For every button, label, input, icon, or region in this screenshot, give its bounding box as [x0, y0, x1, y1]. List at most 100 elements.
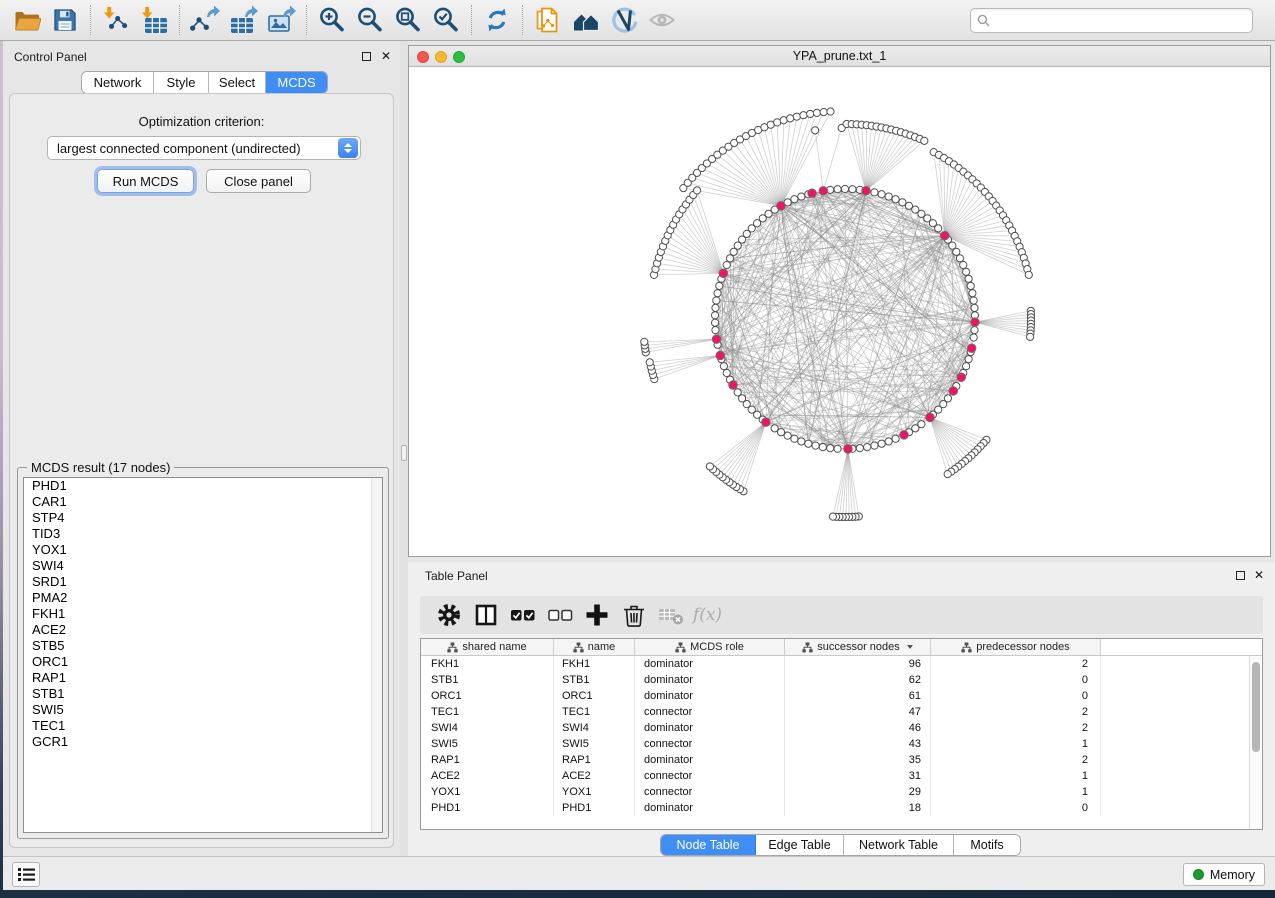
- table-cell[interactable]: ORC1: [421, 688, 554, 704]
- deselect-all-icon[interactable]: [541, 600, 578, 630]
- tab-mcds[interactable]: MCDS: [266, 72, 327, 93]
- mcds-result-item[interactable]: TEC1: [24, 718, 382, 734]
- table-cell[interactable]: SWI5: [554, 736, 635, 752]
- column-header-MCDS-role[interactable]: MCDS role: [635, 639, 785, 655]
- table-scrollbar[interactable]: [1249, 656, 1262, 829]
- table-panel-float-icon[interactable]: [1236, 571, 1245, 580]
- network-leaf-node[interactable]: [693, 187, 700, 194]
- network-node[interactable]: [791, 196, 798, 203]
- network-leaf-node[interactable]: [921, 137, 928, 144]
- network-node[interactable]: [878, 191, 885, 198]
- network-leaf-node[interactable]: [800, 112, 807, 119]
- tab-node-table[interactable]: Node Table: [661, 835, 756, 855]
- network-hub-node[interactable]: [719, 269, 728, 278]
- zoom-fit-icon[interactable]: [389, 3, 427, 37]
- table-row[interactable]: ACE2ACE2connector311: [421, 768, 1249, 784]
- tab-style[interactable]: Style: [154, 72, 209, 93]
- network-node[interactable]: [841, 185, 848, 192]
- network-node[interactable]: [791, 435, 798, 442]
- table-cell[interactable]: PHD1: [554, 800, 635, 816]
- tab-network[interactable]: Network: [82, 72, 154, 93]
- network-node[interactable]: [892, 435, 899, 442]
- network-hub-node[interactable]: [819, 187, 828, 196]
- network-hub-node[interactable]: [729, 381, 738, 390]
- column-header-predecessor-nodes[interactable]: predecessor nodes: [931, 639, 1101, 655]
- table-cell[interactable]: ACE2: [421, 768, 554, 784]
- network-node[interactable]: [827, 445, 834, 452]
- network-node[interactable]: [935, 225, 942, 232]
- network-node[interactable]: [960, 261, 967, 268]
- splitter-grip[interactable]: [401, 445, 407, 461]
- network-node[interactable]: [798, 438, 805, 445]
- table-cell[interactable]: dominator: [635, 800, 785, 816]
- run-mcds-button[interactable]: Run MCDS: [97, 169, 194, 193]
- mcds-result-item[interactable]: RAP1: [24, 670, 382, 686]
- table-cell[interactable]: 1: [931, 736, 1101, 752]
- table-row[interactable]: SWI5SWI5connector431: [421, 736, 1249, 752]
- table-cell[interactable]: RAP1: [554, 752, 635, 768]
- table-cell[interactable]: 35: [785, 752, 931, 768]
- network-node[interactable]: [726, 255, 733, 262]
- table-row[interactable]: YOX1YOX1connector291: [421, 784, 1249, 800]
- mcds-result-item[interactable]: STB1: [24, 686, 382, 702]
- share-document-icon[interactable]: [529, 3, 567, 37]
- table-cell[interactable]: 47: [785, 704, 931, 720]
- import-network-icon[interactable]: [97, 3, 135, 37]
- network-leaf-node[interactable]: [706, 463, 713, 470]
- network-node[interactable]: [956, 255, 963, 262]
- network-node[interactable]: [713, 297, 720, 304]
- network-node[interactable]: [712, 304, 719, 311]
- network-node[interactable]: [784, 432, 791, 439]
- network-hub-node[interactable]: [712, 335, 721, 344]
- table-cell[interactable]: dominator: [635, 720, 785, 736]
- table-cell[interactable]: dominator: [635, 656, 785, 672]
- table-cell[interactable]: FKH1: [554, 656, 635, 672]
- network-hub-node[interactable]: [900, 431, 909, 440]
- table-scrollbar-thumb[interactable]: [1252, 662, 1260, 752]
- export-network-icon[interactable]: [186, 3, 224, 37]
- table-cell[interactable]: 61: [785, 688, 931, 704]
- settings-icon[interactable]: [430, 600, 467, 630]
- network-node[interactable]: [970, 334, 977, 341]
- tab-select[interactable]: Select: [209, 72, 266, 93]
- network-leaf-node[interactable]: [807, 110, 814, 117]
- table-cell[interactable]: 1: [931, 784, 1101, 800]
- import-table-icon[interactable]: [135, 3, 173, 37]
- network-node[interactable]: [965, 356, 972, 363]
- search-field[interactable]: [970, 8, 1253, 33]
- table-cell[interactable]: YOX1: [554, 784, 635, 800]
- network-hub-node[interactable]: [762, 418, 771, 427]
- table-cell[interactable]: connector: [635, 704, 785, 720]
- network-node[interactable]: [711, 312, 718, 319]
- add-row-icon[interactable]: [578, 600, 615, 630]
- network-node[interactable]: [885, 438, 892, 445]
- network-node[interactable]: [892, 196, 899, 203]
- table-cell[interactable]: 2: [931, 656, 1101, 672]
- network-leaf-node[interactable]: [646, 359, 653, 366]
- network-node[interactable]: [965, 275, 972, 282]
- network-leaf-node[interactable]: [944, 471, 951, 478]
- search-input[interactable]: [994, 11, 1252, 31]
- mcds-result-item[interactable]: STP4: [24, 510, 382, 526]
- columns-icon[interactable]: [467, 600, 504, 630]
- mcds-result-item[interactable]: TID3: [24, 526, 382, 542]
- network-node[interactable]: [819, 443, 826, 450]
- refresh-icon[interactable]: [478, 3, 516, 37]
- network-node[interactable]: [871, 442, 878, 449]
- vizmap-icon[interactable]: [605, 3, 643, 37]
- network-hub-node[interactable]: [777, 202, 786, 211]
- table-cell[interactable]: 2: [931, 720, 1101, 736]
- table-cell[interactable]: SWI4: [554, 720, 635, 736]
- network-leaf-node[interactable]: [1025, 271, 1032, 278]
- network-node[interactable]: [849, 186, 856, 193]
- table-cell[interactable]: 31: [785, 768, 931, 784]
- mcds-result-item[interactable]: SWI5: [24, 702, 382, 718]
- network-leaf-node[interactable]: [813, 109, 820, 116]
- table-cell[interactable]: 2: [931, 704, 1101, 720]
- network-node[interactable]: [716, 282, 723, 289]
- network-hub-node[interactable]: [716, 351, 725, 360]
- select-all-icon[interactable]: [504, 600, 541, 630]
- network-hub-node[interactable]: [949, 387, 958, 396]
- table-cell[interactable]: RAP1: [421, 752, 554, 768]
- mcds-result-item[interactable]: SRD1: [24, 574, 382, 590]
